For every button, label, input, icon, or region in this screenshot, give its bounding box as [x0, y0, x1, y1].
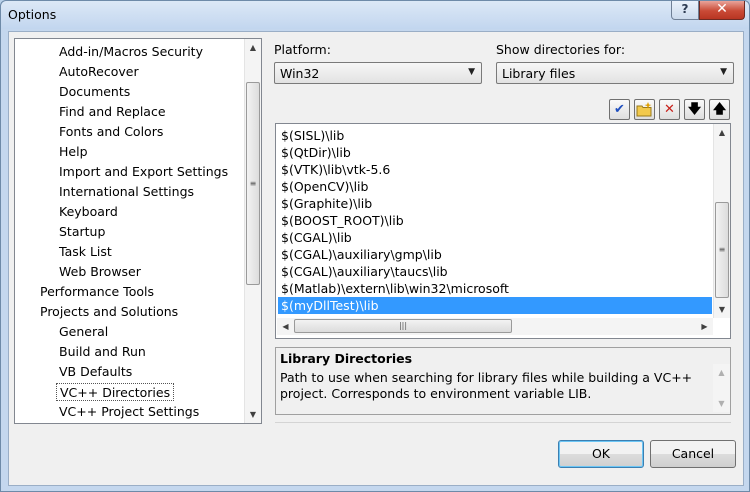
options-tree[interactable]: Add-in/Macros Security AutoRecover Documen… — [14, 38, 262, 424]
scroll-down-icon[interactable]: ▼ — [713, 395, 730, 412]
platform-combo[interactable]: Win32 ▼ — [274, 62, 482, 84]
tree-item[interactable]: Projects and Solutions — [37, 303, 181, 321]
description-title: Library Directories — [280, 351, 413, 366]
check-icon[interactable]: ✔ — [609, 99, 630, 120]
description-box: Library Directories Path to use when sea… — [275, 347, 731, 415]
scroll-down-icon[interactable]: ▼ — [714, 301, 730, 318]
tree-scrollbar[interactable]: ▲ ≡ ▼ — [244, 39, 261, 423]
directory-row[interactable]: $(BOOST_ROOT)\lib — [278, 212, 712, 229]
directory-hscroll-thumb[interactable]: ||| — [294, 319, 512, 333]
ok-button[interactable]: OK — [558, 440, 644, 468]
move-down-icon[interactable]: 🡇 — [684, 99, 705, 120]
divider — [275, 422, 731, 423]
tree-item[interactable]: VB Defaults — [56, 363, 135, 381]
new-folder-icon[interactable] — [634, 99, 655, 120]
directory-row[interactable]: $(CGAL)\lib — [278, 229, 712, 246]
tree-item[interactable]: Startup — [56, 223, 108, 241]
tree-item[interactable]: International Settings — [56, 183, 197, 201]
scroll-up-icon[interactable]: ▲ — [713, 364, 730, 381]
platform-value: Win32 — [280, 66, 320, 81]
tree-item[interactable]: Fonts and Colors — [56, 123, 166, 141]
tree-item[interactable]: Import and Export Settings — [56, 163, 231, 181]
show-directories-combo[interactable]: Library files ▼ — [496, 62, 734, 84]
directory-row[interactable]: $(VTK)\lib\vtk-5.6 — [278, 161, 712, 178]
dialog-client-area: Add-in/Macros Security AutoRecover Documen… — [8, 31, 744, 486]
tree-item[interactable]: Keyboard — [56, 203, 121, 221]
tree-scroll-thumb[interactable]: ≡ — [246, 82, 260, 285]
tree-item[interactable]: Add-in/Macros Security — [56, 43, 206, 61]
tree-item[interactable]: VC++ Project Settings — [56, 403, 202, 421]
directory-hscrollbar[interactable]: ◀ ||| ▶ — [277, 318, 713, 335]
scroll-up-icon[interactable]: ▲ — [714, 124, 730, 141]
dialog-title: Options — [8, 7, 57, 22]
directory-list[interactable]: $(SISL)\lib $(QtDir)\lib $(VTK)\lib\vtk-5.… — [275, 123, 731, 339]
directory-row[interactable]: $(myDllTest)\lib — [278, 297, 712, 314]
directory-scroll-thumb[interactable]: ≡ — [715, 202, 729, 298]
move-up-icon[interactable]: 🡅 — [709, 99, 730, 120]
tree-item[interactable]: Documents — [56, 83, 133, 101]
tree-item[interactable]: General — [56, 323, 111, 341]
directory-scrollbar[interactable]: ▲ ≡ ▼ — [713, 124, 730, 318]
platform-label: Platform: — [274, 42, 331, 57]
tree-item[interactable]: Build and Run — [56, 343, 149, 361]
close-button[interactable]: ✕ — [699, 1, 745, 20]
scroll-up-icon[interactable]: ▲ — [245, 39, 261, 56]
help-button[interactable]: ? — [671, 1, 699, 20]
tree-item[interactable]: AutoRecover — [56, 63, 142, 81]
tree-item[interactable]: Task List — [56, 243, 115, 261]
chevron-down-icon: ▼ — [468, 67, 475, 77]
cancel-button[interactable]: Cancel — [650, 440, 736, 468]
show-directories-label: Show directories for: — [496, 42, 626, 57]
scroll-down-icon[interactable]: ▼ — [245, 406, 261, 423]
tree-item[interactable]: Find and Replace — [56, 103, 169, 121]
chevron-down-icon: ▼ — [720, 67, 727, 77]
title-bar[interactable]: Options ? ✕ — [1, 1, 749, 29]
scroll-left-icon[interactable]: ◀ — [277, 318, 294, 335]
directory-row[interactable]: $(QtDir)\lib — [278, 144, 712, 161]
show-directories-value: Library files — [502, 66, 576, 81]
tree-item[interactable]: Performance Tools — [37, 283, 157, 301]
tree-item[interactable]: Help — [56, 143, 91, 161]
directory-row[interactable]: $(Graphite)\lib — [278, 195, 712, 212]
description-scrollbar[interactable]: ▲ ▼ — [713, 364, 730, 412]
options-dialog: Options ? ✕ Add-in/Macros Security AutoRe… — [0, 0, 750, 492]
directory-row[interactable]: $(Matlab)\extern\lib\win32\microsoft — [278, 280, 712, 297]
description-text: Path to use when searching for library f… — [280, 370, 693, 401]
directory-row[interactable]: $(CGAL)\auxiliary\gmp\lib — [278, 246, 712, 263]
directory-row[interactable]: $(CGAL)\auxiliary\taucs\lib — [278, 263, 712, 280]
delete-icon[interactable]: ✕ — [659, 99, 680, 120]
scroll-right-icon[interactable]: ▶ — [696, 318, 713, 335]
tree-item[interactable]: VC++ Directories — [56, 383, 175, 401]
tree-item[interactable]: Web Browser — [56, 263, 144, 281]
directory-row[interactable]: $(SISL)\lib — [278, 127, 712, 144]
directory-row[interactable]: $(OpenCV)\lib — [278, 178, 712, 195]
